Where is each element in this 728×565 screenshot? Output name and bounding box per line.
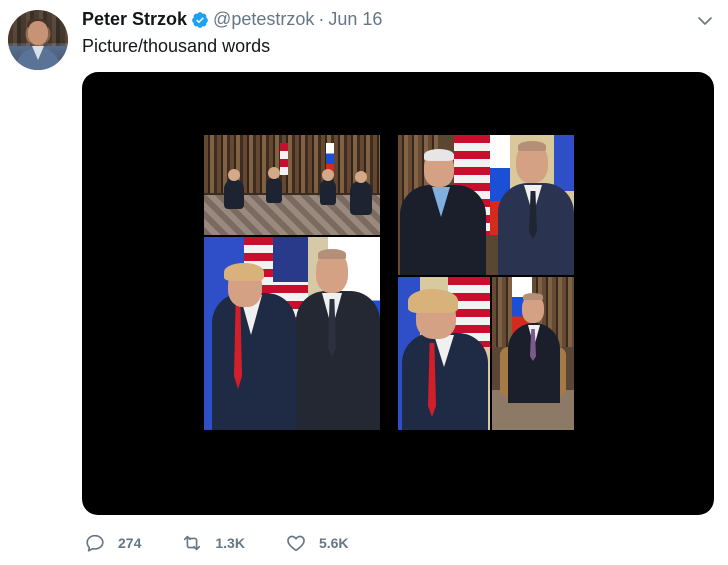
like-count: 5.6K	[318, 535, 349, 551]
photo-two-leaders-seated	[398, 135, 574, 275]
retweet-button[interactable]: 1.3K	[181, 532, 245, 554]
author-handle[interactable]: @petestrzok	[213, 9, 314, 30]
photo-two-leaders-standing	[204, 237, 380, 430]
tweet-media[interactable]	[82, 72, 714, 515]
retweet-count: 1.3K	[215, 535, 245, 551]
retweet-icon	[184, 535, 201, 551]
avatar[interactable]	[8, 10, 68, 70]
tweet-actions: 274 1.3K 5.6K	[84, 532, 389, 554]
tweet-text: Picture/thousand words	[82, 36, 271, 56]
chevron-down-icon[interactable]	[696, 12, 714, 30]
reply-button[interactable]: 274	[84, 532, 141, 554]
heart-icon	[287, 535, 305, 552]
tweet-date[interactable]: Jun 16	[328, 9, 382, 30]
photo-library-meeting	[204, 135, 380, 235]
tweet-header: Peter Strzok @petestrzok · Jun 16	[82, 9, 382, 30]
reply-icon	[86, 534, 104, 552]
photo-bowed-head	[398, 277, 490, 430]
separator-dot: ·	[318, 9, 325, 29]
reply-count: 274	[118, 535, 142, 551]
like-button[interactable]: 5.6K	[285, 532, 349, 554]
verified-badge-icon	[192, 11, 208, 28]
photo-seated-man	[492, 277, 574, 430]
author-name[interactable]: Peter Strzok	[82, 9, 187, 30]
